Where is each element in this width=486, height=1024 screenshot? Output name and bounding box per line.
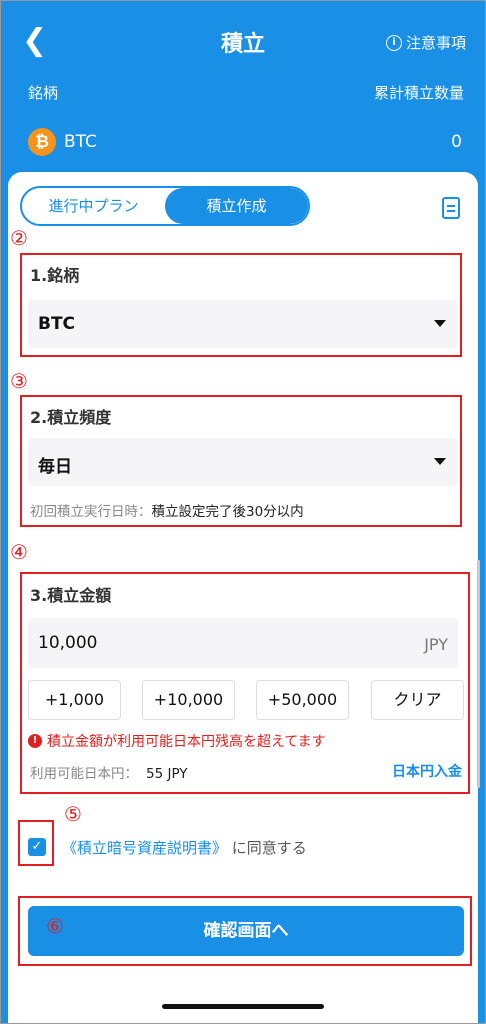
- first-execution-hint: 初回積立実行日時：積立設定完了後30分以内: [30, 500, 304, 520]
- amount-input[interactable]: 10,000 JPY: [28, 618, 458, 668]
- document-icon[interactable]: [442, 197, 460, 219]
- holding-quantity: 0: [451, 132, 462, 152]
- error-message: ! 積立金額が利用可能日本円残高を超えてます: [28, 731, 326, 751]
- hint-value: 積立設定完了後30分以内: [151, 504, 304, 520]
- section-title-amount: 3.積立金額: [30, 586, 112, 605]
- available-balance: 利用可能日本円： 55 JPY: [30, 762, 188, 782]
- hint-label: 初回積立実行日時：: [30, 504, 152, 520]
- caret-down-icon: [434, 320, 446, 327]
- notice-label: 注意事項: [405, 34, 466, 52]
- plan-tabs: 進行中プラン 積立作成: [20, 186, 310, 226]
- add-10000-button[interactable]: +10,000: [142, 680, 235, 720]
- column-label-total-quantity: 累計積立数量: [373, 84, 464, 102]
- jpy-deposit-link[interactable]: 日本円入金: [392, 761, 462, 781]
- available-value: 55 JPY: [146, 766, 188, 782]
- amount-value: 10,000: [38, 633, 98, 653]
- annotation-marker-5: ⑤: [64, 802, 82, 826]
- annotation-marker-4: ④: [10, 540, 28, 564]
- agree-text: 《積立暗号資産説明書》 に同意する: [62, 837, 307, 858]
- agree-checkbox[interactable]: ✓: [28, 838, 46, 856]
- holding-symbol: BTC: [64, 132, 97, 152]
- amount-unit: JPY: [424, 635, 448, 654]
- section-title-frequency: 2.積立頻度: [30, 408, 112, 427]
- error-text: 積立金額が利用可能日本円残高を超えてます: [47, 734, 326, 750]
- annotation-marker-3: ③: [10, 369, 28, 393]
- caret-down-icon: [434, 458, 446, 465]
- agree-suffix: に同意する: [227, 839, 307, 857]
- info-icon: i: [385, 34, 402, 51]
- bitcoin-icon: ₿: [28, 128, 56, 156]
- home-indicator: [162, 1004, 324, 1009]
- annotation-marker-2: ②: [10, 226, 28, 250]
- explanation-doc-link[interactable]: 《積立暗号資産説明書》: [62, 839, 227, 857]
- add-1000-button[interactable]: +1,000: [28, 680, 121, 720]
- symbol-select[interactable]: BTC: [28, 300, 458, 348]
- section-title-symbol: 1.銘柄: [30, 266, 80, 285]
- frequency-select[interactable]: 毎日: [28, 438, 458, 486]
- available-label: 利用可能日本円：: [30, 766, 138, 782]
- symbol-select-value: BTC: [38, 314, 76, 334]
- scrollbar[interactable]: [477, 560, 480, 788]
- clear-button[interactable]: クリア: [371, 680, 464, 720]
- frequency-select-value: 毎日: [38, 457, 72, 477]
- notice-link[interactable]: i 注意事項: [385, 32, 466, 53]
- column-label-symbol: 銘柄: [28, 84, 59, 102]
- error-icon: !: [28, 734, 42, 748]
- confirm-button[interactable]: 確認画面へ: [28, 906, 464, 956]
- annotation-marker-6: ⑥: [46, 914, 64, 938]
- tab-create[interactable]: 積立作成: [165, 188, 308, 224]
- top-bar: ❮ 積立 i 注意事項 銘柄 累計積立数量 ₿ BTC 0: [0, 0, 486, 172]
- tab-in-progress[interactable]: 進行中プラン: [22, 188, 165, 224]
- add-50000-button[interactable]: +50,000: [256, 680, 349, 720]
- holding-row: ₿ BTC: [28, 128, 97, 156]
